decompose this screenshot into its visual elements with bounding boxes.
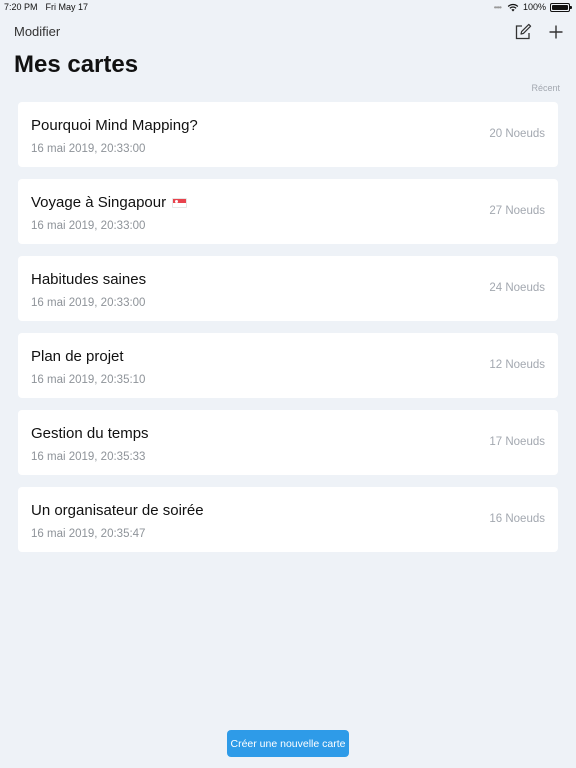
map-card[interactable]: Pourquoi Mind Mapping? 16 mai 2019, 20:3…: [18, 102, 558, 167]
map-node-count: 17 Noeuds: [489, 436, 545, 448]
map-title-row: Un organisateur de soirée: [31, 502, 204, 519]
map-title-row: Gestion du temps: [31, 425, 149, 442]
map-date: 16 mai 2019, 20:33:00: [31, 220, 146, 232]
map-title: Pourquoi Mind Mapping?: [31, 117, 198, 134]
status-bar: 7:20 PM Fri May 17 •••• 100%: [0, 0, 576, 14]
status-time: 7:20 PM: [4, 2, 38, 12]
map-card[interactable]: Habitudes saines 16 mai 2019, 20:33:00 2…: [18, 256, 558, 321]
map-title: Habitudes saines: [31, 271, 147, 288]
map-node-count: 20 Noeuds: [489, 128, 545, 140]
map-card[interactable]: Un organisateur de soirée 16 mai 2019, 2…: [18, 487, 558, 552]
battery-icon: [550, 2, 572, 12]
map-title-row: Plan de projet: [31, 348, 124, 365]
map-date: 16 mai 2019, 20:33:00: [31, 143, 146, 155]
map-card[interactable]: Plan de projet 16 mai 2019, 20:35:10 12 …: [18, 333, 558, 398]
battery-percent: 100%: [522, 2, 546, 12]
compose-button[interactable]: [512, 21, 534, 43]
map-card[interactable]: Gestion du temps 16 mai 2019, 20:35:33 1…: [18, 410, 558, 475]
map-node-count: 27 Noeuds: [489, 205, 545, 217]
map-date: 16 mai 2019, 20:33:00: [31, 297, 146, 309]
wifi-icon: [507, 3, 519, 11]
singapore-flag-icon: [172, 197, 188, 208]
status-date: Fri May 17: [45, 2, 89, 12]
map-node-count: 16 Noeuds: [489, 513, 545, 525]
map-title: Un organisateur de soirée: [31, 502, 204, 519]
map-title: Plan de projet: [31, 348, 124, 365]
battery-cap: [570, 5, 572, 9]
add-button[interactable]: [545, 21, 567, 43]
map-title-row: Habitudes saines: [31, 271, 146, 288]
map-node-count: 12 Noeuds: [489, 359, 545, 371]
plus-icon: [549, 25, 563, 39]
map-title-row: Voyage à Singapour: [31, 194, 188, 211]
signal-icon: ••••: [493, 2, 502, 12]
map-list: Pourquoi Mind Mapping? 16 mai 2019, 20:3…: [18, 102, 558, 564]
map-card[interactable]: Voyage à Singapour 16 mai 2019, 20:33:00…: [18, 179, 558, 244]
map-date: 16 mai 2019, 20:35:47: [31, 528, 146, 540]
screen: 7:20 PM Fri May 17 •••• 100% Modifier Me…: [0, 0, 576, 768]
compose-icon: [515, 23, 532, 40]
map-date: 16 mai 2019, 20:35:10: [31, 374, 146, 386]
page-title: Mes cartes: [14, 51, 139, 78]
map-title: Gestion du temps: [31, 425, 149, 442]
map-node-count: 24 Noeuds: [489, 282, 545, 294]
map-date: 16 mai 2019, 20:35:33: [31, 451, 146, 463]
battery-fill: [552, 4, 568, 10]
create-map-button[interactable]: Créer une nouvelle carte: [227, 730, 349, 757]
sort-label[interactable]: Récent: [531, 83, 560, 93]
edit-button[interactable]: Modifier: [14, 24, 60, 39]
map-title: Voyage à Singapour: [31, 194, 167, 211]
map-title-row: Pourquoi Mind Mapping?: [31, 117, 198, 134]
